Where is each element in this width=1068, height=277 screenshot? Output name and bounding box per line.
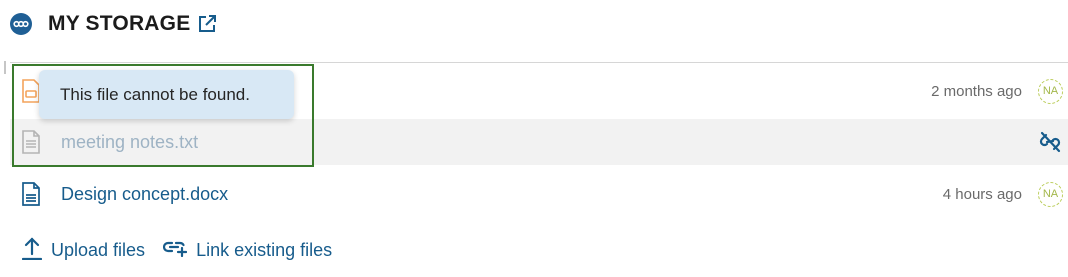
actions-bar: Upload files Link existing files	[21, 233, 333, 267]
tooltip: This file cannot be found.	[39, 70, 294, 119]
avatar[interactable]: NA	[1038, 181, 1063, 207]
link-existing-files-label: Link existing files	[196, 239, 333, 260]
file-row[interactable]: Design concept.docx 4 hours ago NA	[10, 171, 1068, 217]
upload-files-label: Upload files	[51, 239, 146, 260]
file-time: 2 months ago	[931, 82, 1022, 100]
unlink-icon[interactable]	[1038, 131, 1062, 158]
link-add-icon	[162, 239, 188, 262]
upload-icon	[21, 236, 43, 265]
file-name[interactable]: Design concept.docx	[61, 184, 228, 205]
page-title: MY STORAGE	[48, 12, 191, 35]
file-row-missing[interactable]: meeting notes.txt	[10, 119, 1068, 165]
document-icon	[22, 182, 40, 211]
external-link-icon[interactable]	[197, 14, 217, 34]
nextcloud-logo-icon	[10, 13, 32, 35]
file-time: 4 hours ago	[942, 185, 1022, 203]
header: MY STORAGE	[10, 9, 217, 39]
avatar[interactable]: NA	[1038, 78, 1063, 104]
file-orange-icon	[22, 79, 40, 108]
scrollbar[interactable]	[4, 61, 6, 74]
upload-files-button[interactable]: Upload files	[21, 236, 146, 265]
divider	[10, 62, 1068, 63]
file-name[interactable]: meeting notes.txt	[61, 132, 198, 153]
tooltip-text: This file cannot be found.	[60, 84, 250, 104]
text-file-icon	[22, 130, 40, 159]
link-existing-files-button[interactable]: Link existing files	[162, 239, 333, 262]
